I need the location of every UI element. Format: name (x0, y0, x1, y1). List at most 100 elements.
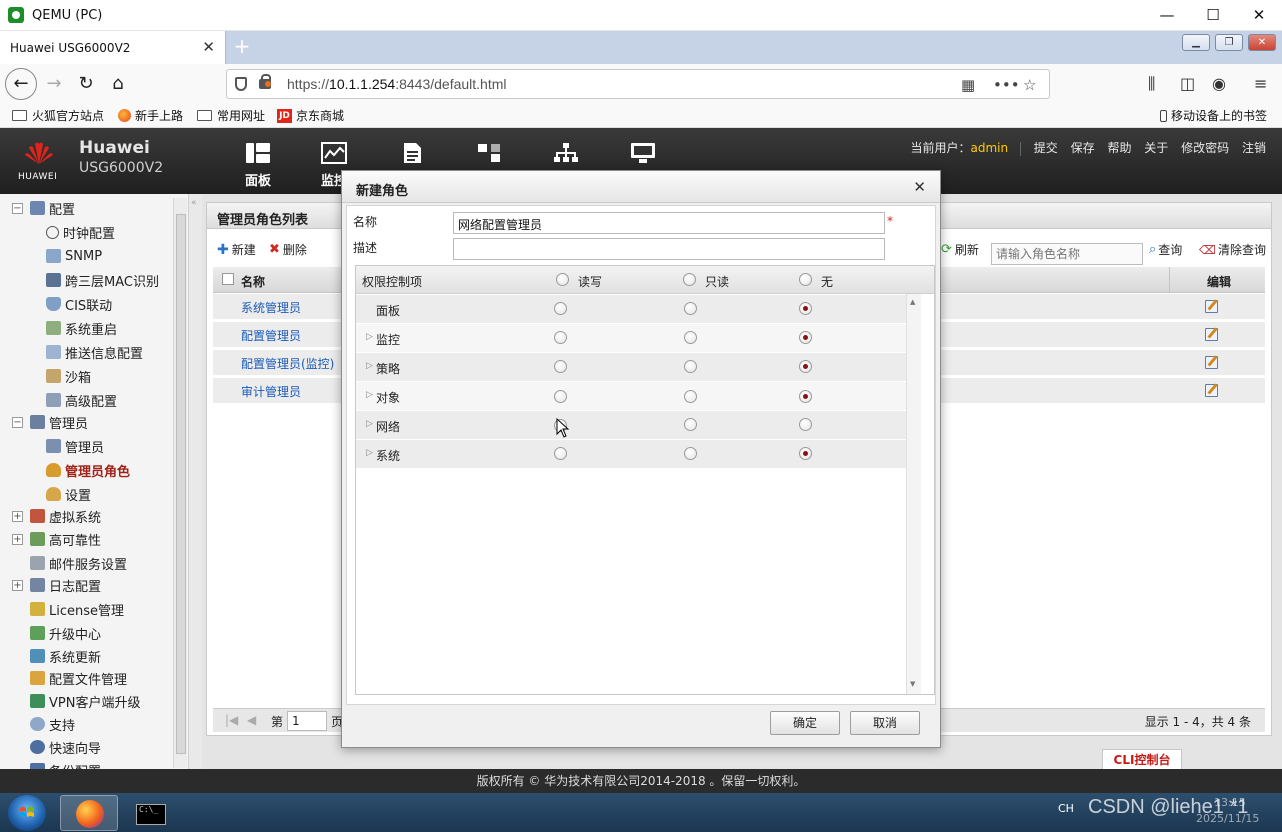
menu-icon[interactable]: ≡ (1254, 74, 1267, 93)
none-radio[interactable] (799, 447, 812, 460)
tree-item-admin-role[interactable]: 管理员角色 (46, 459, 130, 481)
guest-minimize-button[interactable]: ▁ (1182, 34, 1210, 51)
role-name-link[interactable]: 配置管理员 (241, 327, 301, 344)
about-link[interactable]: 关于 (1144, 141, 1168, 155)
expand-arrow-icon[interactable]: ▷ (366, 332, 373, 342)
readwrite-radio[interactable] (554, 390, 567, 403)
mobile-bookmarks[interactable]: 移动设备上的书签 (1160, 107, 1267, 124)
tree-item-restart[interactable]: 系统重启 (46, 317, 117, 339)
tree-item-push[interactable]: 推送信息配置 (46, 341, 143, 363)
expand-arrow-icon[interactable]: ▷ (366, 448, 373, 458)
tree-item-advanced[interactable]: 高级配置 (46, 389, 117, 411)
expand-icon[interactable]: + (12, 579, 23, 591)
edit-icon[interactable] (1205, 300, 1218, 313)
submit-link[interactable]: 提交 (1034, 141, 1058, 155)
role-description-input[interactable] (453, 238, 885, 260)
tree-item-snmp[interactable]: SNMP (46, 245, 102, 267)
tree-item-settings[interactable]: 设置 (46, 483, 91, 505)
collapse-icon[interactable]: − (12, 202, 23, 214)
none-radio[interactable] (799, 390, 812, 403)
save-link[interactable]: 保存 (1071, 141, 1095, 155)
expand-icon[interactable]: + (12, 533, 23, 545)
readonly-radio[interactable] (684, 447, 697, 460)
topnav-policy[interactable] (385, 142, 439, 164)
cli-console-tab[interactable]: CLI控制台 (1102, 749, 1182, 771)
delete-role-button[interactable]: ✖ 删除 (269, 241, 307, 258)
new-role-button[interactable]: ✚ 新建 (217, 241, 256, 258)
scrollbar-thumb[interactable] (176, 214, 186, 754)
tree-item-support[interactable]: 支持 (30, 713, 75, 735)
tree-item-update[interactable]: 系统更新 (30, 645, 101, 667)
tree-node-log[interactable]: + 日志配置 (12, 574, 101, 596)
topnav-dashboard[interactable]: 面板 (231, 142, 285, 189)
guest-restore-button[interactable]: ❐ (1215, 34, 1243, 51)
qr-code-icon[interactable]: ▦ (961, 76, 975, 94)
readwrite-all-radio[interactable] (556, 273, 569, 286)
select-all-checkbox[interactable] (222, 273, 234, 285)
role-name-link[interactable]: 系统管理员 (241, 299, 301, 316)
tree-item-mac[interactable]: 跨三层MAC识别 (46, 269, 159, 291)
none-radio[interactable] (799, 418, 812, 431)
browser-tab[interactable]: Huawei USG6000V2 ✕ (0, 31, 226, 64)
expand-arrow-icon[interactable]: ▷ (366, 390, 373, 400)
readonly-radio[interactable] (684, 302, 697, 315)
expand-arrow-icon[interactable]: ▷ (366, 419, 373, 429)
tree-item-clock[interactable]: 时钟配置 (46, 221, 115, 243)
tree-item-license[interactable]: License管理 (30, 598, 124, 620)
tree-item-vpn[interactable]: VPN客户端升级 (30, 690, 140, 712)
window-close-button[interactable]: ✕ (1236, 0, 1282, 31)
left-nav-scrollbar[interactable] (173, 198, 187, 768)
logout-link[interactable]: 注销 (1242, 141, 1266, 155)
left-nav-collapse-strip[interactable]: « (188, 194, 202, 769)
url-bar[interactable]: https://10.1.1.254:8443/default.html ▦ •… (226, 69, 1050, 99)
edit-icon[interactable] (1205, 384, 1218, 397)
col-name-header[interactable]: 名称 (241, 273, 265, 290)
tree-node-admin[interactable]: − 管理员 (12, 411, 88, 433)
bookmark-item[interactable]: 新手上路 (118, 107, 183, 124)
sidebar-icon[interactable]: ◫ (1180, 74, 1195, 93)
readonly-radio[interactable] (684, 418, 697, 431)
page-number-input[interactable]: 1 (287, 711, 327, 731)
page-actions-icon[interactable]: ••• (993, 76, 1020, 94)
dialog-header[interactable]: 新建角色 ✕ (342, 171, 940, 203)
readonly-all-radio[interactable] (683, 273, 696, 286)
scroll-down-icon[interactable]: ▼ (910, 680, 915, 688)
readwrite-radio[interactable] (554, 447, 567, 460)
shield-icon[interactable] (235, 77, 247, 91)
edit-icon[interactable] (1205, 356, 1218, 369)
home-button[interactable]: ⌂ (102, 68, 134, 100)
role-name-input[interactable]: 网络配置管理员 (453, 212, 885, 234)
help-link[interactable]: 帮助 (1107, 141, 1131, 155)
forward-button[interactable]: → (38, 68, 70, 100)
expand-arrow-icon[interactable]: ▷ (366, 361, 373, 371)
library-icon[interactable]: ⫼ (1148, 74, 1155, 94)
taskbar-cmd[interactable]: C:\_ (121, 795, 179, 831)
insecure-lock-icon[interactable] (259, 74, 271, 89)
tree-item-cis[interactable]: CIS联动 (46, 293, 112, 315)
edit-icon[interactable] (1205, 328, 1218, 341)
cancel-button[interactable]: 取消 (850, 711, 920, 735)
tree-item-backup[interactable]: 备份配置 (30, 759, 101, 769)
permission-scrollbar[interactable]: ▲ ▼ (906, 294, 921, 694)
readwrite-radio[interactable] (554, 360, 567, 373)
tree-item-upgrade[interactable]: 升级中心 (30, 622, 101, 644)
none-all-radio[interactable] (799, 273, 812, 286)
none-radio[interactable] (799, 331, 812, 344)
new-tab-button[interactable]: + (230, 35, 254, 59)
bookmark-item[interactable]: 火狐官方站点 (12, 107, 104, 124)
collapse-icon[interactable]: − (12, 416, 23, 428)
maximize-button[interactable]: ☐ (1190, 0, 1236, 31)
topnav-object[interactable] (462, 142, 516, 164)
bookmark-item[interactable]: 常用网址 (197, 107, 265, 124)
tree-node-vsys[interactable]: + 虚拟系统 (12, 505, 101, 527)
minimize-button[interactable]: — (1144, 0, 1190, 31)
reload-button[interactable]: ↻ (70, 68, 102, 100)
query-button[interactable]: ⌕ 查询 (1149, 241, 1182, 258)
readwrite-radio[interactable] (554, 302, 567, 315)
taskbar-firefox[interactable] (60, 795, 118, 831)
first-page-icon[interactable]: |◀ (225, 713, 238, 727)
role-name-link[interactable]: 审计管理员 (241, 383, 301, 400)
bookmark-item[interactable]: JD 京东商城 (277, 107, 344, 124)
readonly-radio[interactable] (684, 390, 697, 403)
tree-node-ha[interactable]: + 高可靠性 (12, 528, 101, 550)
